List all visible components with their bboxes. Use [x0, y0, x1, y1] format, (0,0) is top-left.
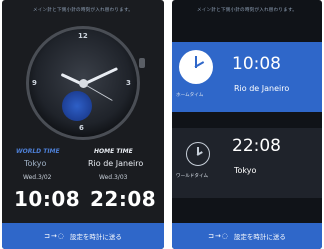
watch-crown: [139, 58, 145, 68]
bezel-number-9: 9: [32, 79, 37, 87]
send-to-watch-icon: ⊐→◌: [208, 232, 229, 240]
send-to-watch-icon: ⊐→◌: [44, 232, 65, 240]
world-time-row[interactable]: ワールドタイム 22:08 Tokyo: [172, 128, 322, 198]
instruction-text: メイン針と下側小針の時刻が入れ替わります。: [32, 8, 134, 13]
home-time-city: Rio de Janeiro: [234, 84, 290, 93]
clock-icon: [179, 50, 213, 84]
world-time-time: 22:08: [232, 136, 281, 156]
world-time-subdial: [62, 91, 92, 121]
instruction-text: メイン針と下側小針の時刻が入れ替わります。: [196, 8, 298, 13]
watch-settings-screen: メイン針と下側小針の時刻が入れ替わります。 12 3 9 6 WORLD TIM…: [2, 0, 164, 249]
home-time-label: HOME TIME: [94, 148, 133, 155]
home-time-time: 10:08: [232, 54, 281, 74]
world-time-label: ワールドタイム: [176, 174, 209, 179]
world-time-date: Wed.3/02: [23, 174, 52, 181]
world-time-city: Tokyo: [234, 166, 257, 175]
bezel-number-12: 12: [78, 32, 88, 40]
home-time-time: 22:08: [90, 187, 157, 211]
bezel-number-3: 3: [126, 79, 131, 87]
home-time-label: ホームタイム: [176, 93, 204, 98]
send-to-watch-label: 設定を時計に送る: [69, 233, 122, 241]
bezel-number-6: 6: [79, 124, 84, 132]
clock-icon: [186, 142, 210, 166]
world-time-city[interactable]: Tokyo: [24, 159, 46, 168]
time-swap-screen: メイン針と下側小針の時刻が入れ替わります。 ホームタイム 10:08 Rio d…: [172, 0, 322, 249]
home-time-city[interactable]: Rio de Janeiro: [88, 159, 143, 168]
send-to-watch-label: 設定を時計に送る: [233, 233, 286, 241]
home-time-date: Wed.3/03: [99, 174, 128, 181]
send-to-watch-button[interactable]: ⊐→◌ 設定を時計に送る: [2, 223, 164, 249]
send-to-watch-button[interactable]: ⊐→◌ 設定を時計に送る: [172, 223, 322, 249]
world-time-time: 10:08: [14, 187, 81, 211]
home-time-row[interactable]: ホームタイム 10:08 Rio de Janeiro: [172, 42, 322, 112]
hand-hub: [79, 79, 88, 88]
world-time-label: WORLD TIME: [16, 148, 60, 155]
